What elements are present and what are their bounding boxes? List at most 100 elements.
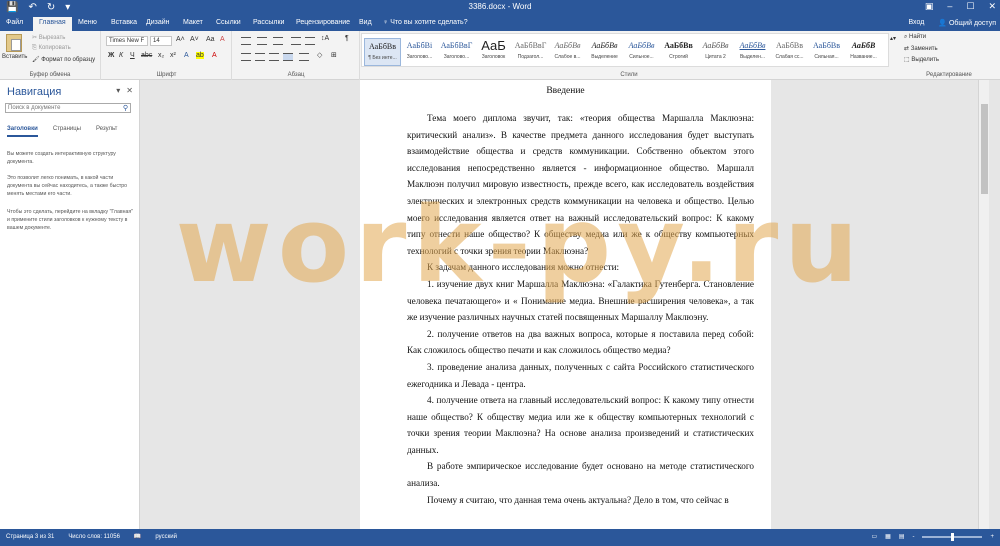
tab-home[interactable]: Главная	[33, 17, 72, 31]
style-strong[interactable]: АаБбВв Строгий	[660, 38, 697, 66]
zoom-slider[interactable]	[922, 532, 983, 541]
tab-layout[interactable]: Макет	[183, 19, 203, 26]
align-center-icon[interactable]	[255, 53, 265, 61]
increase-indent-icon[interactable]	[305, 37, 315, 45]
vertical-scrollbar[interactable]	[978, 80, 989, 529]
paragraph: В работе эмпирическое исследование будет…	[407, 461, 754, 489]
italic-icon[interactable]: К	[119, 52, 123, 59]
font-group: Times New F 14 A˄ A˅ Aa A Ж К Ч abc x₂ x…	[102, 31, 232, 80]
ribbon: Вставить ✂ Вырезать ⎘ Копировать 🖌 Форма…	[0, 31, 1000, 80]
tab-review[interactable]: Рецензирование	[296, 19, 350, 26]
align-left-icon[interactable]	[241, 53, 251, 61]
web-layout-icon[interactable]: ▤	[899, 533, 905, 540]
style-subtle-emphasis[interactable]: АаБбВв Слабое в...	[549, 38, 586, 66]
text-effects-icon[interactable]: A	[184, 52, 189, 59]
proofing-icon[interactable]: 📖	[134, 533, 141, 540]
bold-icon[interactable]: Ж	[108, 52, 114, 59]
clear-format-icon[interactable]: A	[220, 36, 225, 43]
nav-tab-results[interactable]: Результ	[96, 126, 117, 137]
style-no-spacing[interactable]: АаБбВв ¶ Без инте...	[364, 38, 401, 66]
search-icon[interactable]: ⚲	[123, 104, 128, 112]
sort-icon[interactable]: ↕A	[321, 35, 329, 42]
select-button[interactable]: ⬚ Выделить	[904, 56, 939, 63]
style-subtitle[interactable]: АаБбВвГ Подзагол...	[512, 38, 549, 66]
style-book-title[interactable]: АаБбВ Название...	[845, 38, 882, 66]
show-marks-icon[interactable]: ¶	[345, 35, 349, 42]
ribbon-display-icon[interactable]: ▣	[925, 1, 934, 12]
align-right-icon[interactable]	[269, 53, 279, 61]
share-button[interactable]: 👤 Общий доступ	[938, 19, 996, 27]
grow-font-icon[interactable]: A˄	[176, 36, 185, 43]
print-layout-icon[interactable]: ▦	[885, 533, 891, 540]
tab-file[interactable]: Файл	[6, 19, 23, 26]
font-color-icon[interactable]: A	[212, 52, 217, 59]
language[interactable]: русский	[155, 534, 177, 540]
bullets-icon[interactable]	[241, 37, 251, 45]
tab-references[interactable]: Ссылки	[216, 19, 241, 26]
style-subtle-reference[interactable]: АаБбВв Слабая сс...	[771, 38, 808, 66]
style-intense-quote[interactable]: АаБбВв Выделен...	[734, 38, 771, 66]
replace-button[interactable]: ⇄ Заменить	[904, 45, 938, 52]
subscript-icon[interactable]: x₂	[158, 52, 164, 59]
page-count[interactable]: Страница 3 из 31	[6, 534, 54, 540]
font-name-select[interactable]: Times New F	[106, 36, 148, 46]
paragraph: 2. получение ответов на два важных вопро…	[407, 328, 754, 356]
style-title[interactable]: АаБ Заголовок	[475, 38, 512, 66]
underline-icon[interactable]: Ч	[130, 52, 135, 59]
justify-icon[interactable]	[283, 53, 293, 61]
multilevel-icon[interactable]	[273, 37, 283, 45]
tell-me-box[interactable]: ♀ Что вы хотите сделать?	[383, 19, 468, 26]
window-controls: ▣ – ☐ ✕	[925, 1, 996, 12]
change-case-icon[interactable]: Aa	[206, 36, 215, 43]
read-mode-icon[interactable]: ▭	[871, 533, 877, 540]
strikethrough-icon[interactable]: abc	[141, 52, 152, 59]
styles-label: Стили	[620, 72, 638, 78]
zoom-out-button[interactable]: -	[912, 534, 914, 540]
format-painter-button[interactable]: 🖌 Формат по образцу	[32, 56, 95, 63]
superscript-icon[interactable]: x²	[170, 52, 176, 59]
zoom-in-button[interactable]: +	[990, 534, 994, 540]
paste-button[interactable]: Вставить	[2, 34, 27, 60]
signin-link[interactable]: Вход	[908, 19, 924, 27]
tab-view[interactable]: Вид	[359, 19, 372, 26]
style-intense-emphasis[interactable]: АаБбВв Сильное...	[623, 38, 660, 66]
style-emphasis[interactable]: АаБбВв Выделение	[586, 38, 623, 66]
chevron-down-icon[interactable]: ▾	[116, 86, 120, 95]
borders-icon[interactable]: ⊞	[331, 51, 337, 59]
style-intense-reference[interactable]: АаБбВв Сильная...	[808, 38, 845, 66]
nav-search-input[interactable]: Поиск в документе ⚲	[5, 103, 131, 113]
shrink-font-icon[interactable]: A˅	[190, 36, 199, 43]
styles-scroll-icon[interactable]: ▴▾	[890, 35, 896, 42]
tab-design[interactable]: Дизайн	[146, 19, 170, 26]
styles-gallery: АаБбВв ¶ Без инте... АаБбВі Заголово... …	[361, 33, 889, 67]
style-heading-1[interactable]: АаБбВі Заголово...	[401, 38, 438, 66]
shading-icon[interactable]: ◇	[317, 51, 322, 59]
word-count[interactable]: Число слов: 11056	[68, 534, 120, 540]
style-quote[interactable]: АаБбВв Цитата 2	[697, 38, 734, 66]
tab-menu[interactable]: Меню	[78, 19, 97, 26]
find-button[interactable]: ⌕ Найти	[904, 34, 926, 41]
minimize-button[interactable]: –	[947, 1, 952, 12]
copy-button[interactable]: ⎘ Копировать	[32, 45, 71, 52]
nav-tab-pages[interactable]: Страницы	[53, 126, 81, 137]
nav-tab-headings[interactable]: Заголовки	[7, 126, 38, 137]
numbering-icon[interactable]	[257, 37, 267, 45]
highlight-icon[interactable]: ab	[196, 52, 204, 59]
navigation-pane: Навигация ▾ ✕ Поиск в документе ⚲ Заголо…	[0, 80, 140, 529]
status-bar: Страница 3 из 31 Число слов: 11056 📖 рус…	[0, 529, 1000, 546]
tab-insert[interactable]: Вставка	[111, 19, 137, 26]
styles-group: АаБбВв ¶ Без инте... АаБбВі Заголово... …	[361, 31, 897, 80]
scrollbar-thumb[interactable]	[981, 104, 988, 194]
nav-title: Навигация	[7, 86, 62, 98]
font-size-select[interactable]: 14	[150, 36, 172, 46]
scissors-icon: ✂	[32, 35, 39, 41]
close-button[interactable]: ✕	[988, 1, 996, 12]
cut-button[interactable]: ✂ Вырезать	[32, 34, 65, 41]
paragraph-group: ↕A ¶ ◇ ⊞ Абзац	[233, 31, 360, 80]
line-spacing-icon[interactable]	[299, 53, 309, 61]
maximize-button[interactable]: ☐	[966, 1, 974, 12]
decrease-indent-icon[interactable]	[291, 37, 301, 45]
tab-mailings[interactable]: Рассылки	[253, 19, 284, 26]
style-heading-2[interactable]: АаБбВвГ Заголово...	[438, 38, 475, 66]
close-icon[interactable]: ✕	[126, 86, 133, 95]
